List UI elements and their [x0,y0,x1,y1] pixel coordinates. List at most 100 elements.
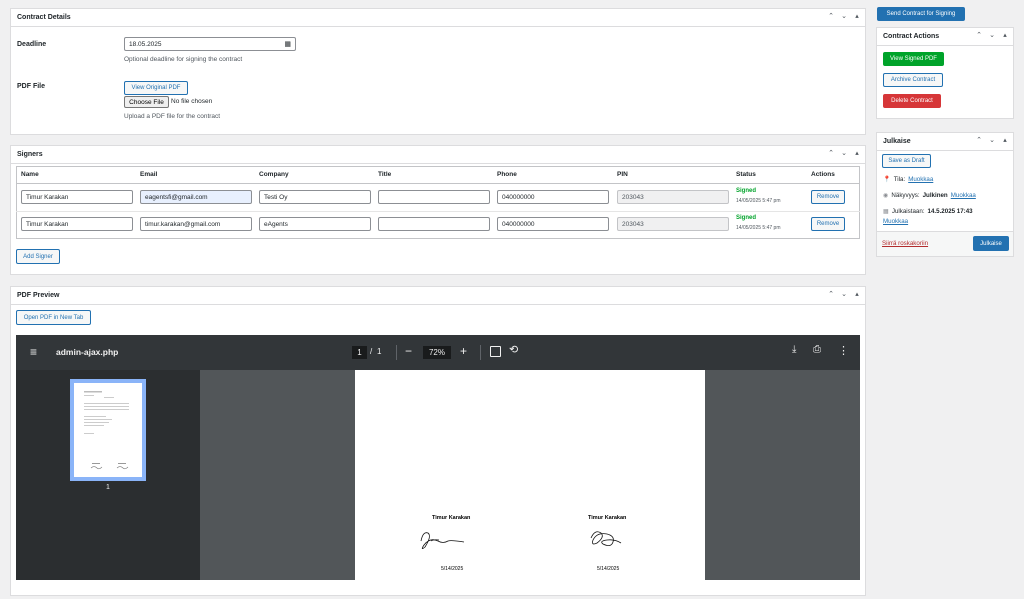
published-value: 14.5.2025 17:43 [927,208,973,215]
pdf-viewer-body: 1 Timur Karakan 5/14/2025 Timur Karakan … [16,370,860,580]
signer-email-input[interactable]: eagentsfi@gmail.com [140,190,252,204]
calendar-icon: ▦ [883,208,889,215]
move-up-icon[interactable]: ⌃ [974,31,984,39]
published-line: ▦ Julkaistaan: 14.5.2025 17:43 [883,208,973,215]
collapse-icon[interactable]: ▴ [1000,136,1010,144]
publish-button[interactable]: Julkaise [973,236,1009,251]
col-name-header: Name [21,171,39,178]
move-down-icon[interactable]: ⌄ [987,31,997,39]
eye-icon: ◉ [883,192,889,199]
signer-title-input[interactable] [378,217,490,231]
published-edit-link[interactable]: Muokkaa [883,218,908,225]
signer-company-input[interactable]: Testi Oy [259,190,371,204]
add-signer-button[interactable]: Add Signer [16,249,60,264]
signer-status-time: 14/05/2025 5:47 pm [736,198,781,204]
menu-icon[interactable]: ≡ [30,346,37,358]
move-to-trash-link[interactable]: Siirrä roskakoriin [882,240,928,247]
fit-page-icon[interactable] [490,346,501,357]
view-signed-pdf-button[interactable]: View Signed PDF [883,52,944,66]
page-thumbnail[interactable] [70,379,146,481]
col-pin-header: PIN [617,171,628,178]
page-number-input[interactable]: 1 [352,346,367,359]
table-header-divider [16,183,860,184]
archive-contract-button[interactable]: Archive Contract [883,73,943,87]
move-up-icon[interactable]: ⌃ [826,290,836,298]
pdf-file-label: PDF File [17,83,46,90]
move-down-icon[interactable]: ⌄ [839,290,849,298]
move-up-icon[interactable]: ⌃ [826,12,836,20]
thumbnail-content-icon [84,391,129,470]
panel-controls: ⌃ ⌄ ▴ [974,136,1010,144]
choose-file-button[interactable]: Choose File [124,96,169,108]
collapse-icon[interactable]: ▴ [1000,31,1010,39]
visibility-label: Näkyvyys: [891,192,920,199]
deadline-value: 18.05.2025 [129,40,162,48]
signer-title-input[interactable] [378,190,490,204]
page-total: 1 [377,347,382,356]
status-edit-link[interactable]: Muokkaa [908,176,933,183]
col-actions-header: Actions [811,171,835,178]
thumbnail-sidebar: 1 [16,370,200,580]
signature-2-icon [590,531,622,546]
collapse-icon[interactable]: ▴ [852,290,862,298]
contract-actions-header: Contract Actions ⌃ ⌄ ▴ [877,28,1013,46]
open-pdf-new-tab-button[interactable]: Open PDF in New Tab [16,310,91,325]
table-row-divider [16,211,860,212]
signer-date-1: 5/14/2025 [441,566,464,572]
print-icon[interactable]: ⎙ [813,344,821,355]
move-down-icon[interactable]: ⌄ [839,149,849,157]
pin-icon: 📍 [883,176,891,183]
panel-title: Contract Details [17,14,71,21]
signer-pin-input: 203043 [617,190,729,204]
collapse-icon[interactable]: ▴ [852,12,862,20]
signer-email-input[interactable]: timur.karakan@gmail.com [140,217,252,231]
col-status-header: Status [736,171,756,178]
no-file-chosen-text: No file chosen [171,98,213,105]
pdf-preview-header: PDF Preview ⌃ ⌄ ▴ [11,287,865,305]
remove-signer-button[interactable]: Remove [811,190,845,204]
panel-controls: ⌃ ⌄ ▴ [826,12,862,20]
signer-date-2: 5/14/2025 [597,566,620,572]
signature-1-icon [420,532,465,549]
remove-signer-button[interactable]: Remove [811,217,845,231]
pdf-page: Timur Karakan 5/14/2025 Timur Karakan 5/… [355,370,705,580]
signer-pin-input: 203043 [617,217,729,231]
delete-contract-button[interactable]: Delete Contract [883,94,941,108]
deadline-date-input[interactable]: 18.05.2025 ▦ [124,37,296,51]
panel-title: Julkaise [883,138,911,145]
contract-details-header: Contract Details ⌃ ⌄ ▴ [11,9,865,27]
toolbar-divider [396,345,397,360]
download-icon[interactable]: ⤓ [792,344,796,355]
signer-name-input[interactable]: Timur Karakan [21,190,133,204]
zoom-out-icon[interactable]: − [405,344,412,358]
move-up-icon[interactable]: ⌃ [826,149,836,157]
save-draft-button[interactable]: Save as Draft [882,154,931,168]
publish-header: Julkaise ⌃ ⌄ ▴ [877,133,1013,151]
view-original-pdf-button[interactable]: View Original PDF [124,81,188,95]
status-label: Tila: [893,175,906,183]
col-phone-header: Phone [497,171,517,178]
rotate-icon[interactable]: ⟲ [509,343,518,356]
panel-controls: ⌃ ⌄ ▴ [974,31,1010,39]
move-up-icon[interactable]: ⌃ [974,136,984,144]
calendar-icon[interactable]: ▦ [284,40,291,48]
signer-name-input[interactable]: Timur Karakan [21,217,133,231]
signer-status-time: 14/05/2025 5:47 pm [736,225,781,231]
signer-status: Signed [736,215,757,221]
collapse-icon[interactable]: ▴ [852,149,862,157]
deadline-description: Optional deadline for signing the contra… [124,56,243,63]
move-down-icon[interactable]: ⌄ [839,12,849,20]
zoom-input[interactable]: 72% [423,346,451,359]
visibility-edit-link[interactable]: Muokkaa [951,192,976,199]
signer-company-input[interactable]: eAgents [259,217,371,231]
signer-phone-input[interactable]: 040000000 [497,217,609,231]
page-separator: / [370,347,373,356]
signer-phone-input[interactable]: 040000000 [497,190,609,204]
pdf-filename: admin-ajax.php [56,347,119,357]
zoom-in-icon[interactable]: + [460,344,467,358]
more-options-icon[interactable]: ⋮ [838,344,849,357]
visibility-value: Julkinen [922,192,948,199]
panel-title: Contract Actions [883,33,940,40]
move-down-icon[interactable]: ⌄ [987,136,997,144]
send-contract-button[interactable]: Send Contract for Signing [877,7,965,21]
